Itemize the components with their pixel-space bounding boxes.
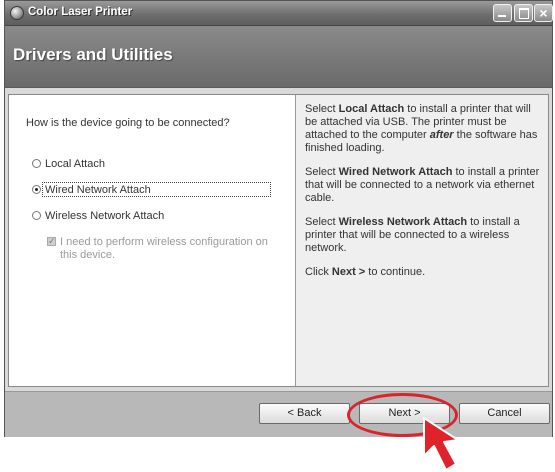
help-continue: Click Next > to continue.	[305, 266, 426, 278]
close-icon: ×	[539, 5, 548, 21]
wireless-network-attach-label: Wireless Network Attach	[45, 210, 165, 222]
local-attach-radio[interactable]	[32, 159, 41, 168]
connection-options-pane: How is the device going to be connected?…	[9, 95, 292, 386]
wireless-config-label: I need to perform wireless configuration…	[60, 236, 268, 261]
help-pane: Select Local Attach to install a printer…	[295, 95, 548, 386]
app-icon	[10, 6, 24, 20]
help-wired-network-attach: Select Wired Network Attach to install a…	[305, 166, 540, 204]
pointer-arrow-icon	[423, 417, 459, 471]
title-bar[interactable]: Color Laser Printer ×	[5, 1, 553, 26]
help-local-attach: Select Local Attach to install a printer…	[305, 103, 538, 154]
wired-network-attach-label: Wired Network Attach	[45, 184, 151, 196]
connection-question: How is the device going to be connected?	[26, 117, 230, 129]
maximize-button[interactable]	[514, 4, 533, 22]
wireless-network-attach-radio[interactable]	[32, 211, 41, 220]
minimize-button[interactable]	[493, 4, 512, 22]
installer-window: Color Laser Printer × Drivers and Utilit…	[4, 0, 553, 437]
page-title: Drivers and Utilities	[13, 45, 173, 64]
close-button[interactable]: ×	[534, 4, 553, 22]
header-band: Drivers and Utilities	[5, 26, 552, 88]
window-title: Color Laser Printer	[28, 6, 133, 18]
local-attach-label: Local Attach	[45, 158, 105, 170]
content-panel: How is the device going to be connected?…	[8, 94, 549, 387]
wireless-config-checkbox	[47, 235, 56, 248]
back-button[interactable]: < Back	[259, 403, 350, 424]
wired-network-attach-radio[interactable]	[32, 185, 41, 194]
help-wireless-network-attach: Select Wireless Network Attach to instal…	[305, 216, 520, 254]
